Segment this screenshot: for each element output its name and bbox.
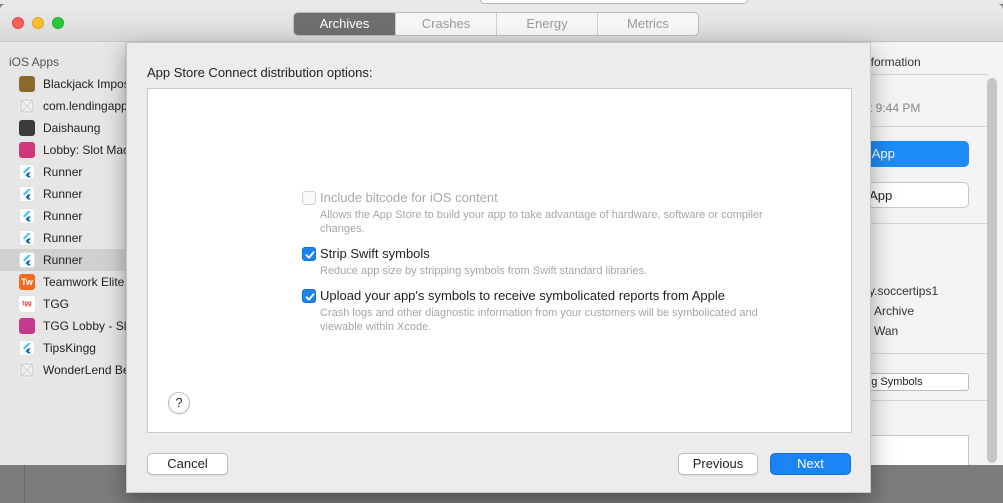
close-window-button[interactable] — [12, 17, 24, 29]
sidebar-item[interactable]: Runner — [0, 183, 126, 205]
strip-swift-symbols-checkbox[interactable] — [302, 247, 316, 261]
sidebar-item[interactable]: TGG Lobby - Slo — [0, 315, 126, 337]
placeholder-app-icon — [19, 362, 35, 378]
sidebar-item-label: Teamwork Elite — [43, 275, 125, 289]
flutter-icon — [19, 208, 35, 224]
upload-symbols-checkbox[interactable] — [302, 289, 316, 303]
sheet-title: App Store Connect distribution options: — [147, 65, 373, 80]
archive-type: Archive — [874, 304, 915, 318]
bitcode-description: Allows the App Store to build your app t… — [320, 209, 763, 235]
archive-comment-field[interactable] — [854, 435, 969, 465]
apps-sidebar: iOS Apps Blackjack Imposs com.lendingapp D… — [0, 43, 126, 465]
vertical-scrollbar[interactable] — [987, 78, 997, 463]
tgg-app-icon: tgg — [19, 296, 35, 312]
sidebar-item[interactable]: Lobby: Slot Mac — [0, 139, 126, 161]
archive-information-panel: nformation t 9:44 PM te App e App y.socc… — [853, 43, 1003, 465]
blackjack-app-icon — [19, 76, 35, 92]
daishaung-app-icon — [19, 120, 35, 136]
slot-app-icon — [19, 142, 35, 158]
divider — [24, 465, 25, 503]
flutter-icon — [19, 340, 35, 356]
flutter-icon — [19, 230, 35, 246]
organizer-tab-control: Archives Crashes Energy Metrics — [293, 12, 699, 36]
distribution-options-sheet: App Store Connect distribution options: … — [126, 42, 871, 493]
minimize-window-button[interactable] — [32, 17, 44, 29]
archive-identifier: y.soccertips1 — [869, 284, 939, 298]
sidebar-item[interactable]: Runner — [0, 161, 126, 183]
sidebar-header: iOS Apps — [9, 55, 60, 69]
sidebar-item-label: com.lendingapp — [43, 99, 126, 113]
checkmark-icon — [305, 293, 315, 301]
validate-app-button[interactable]: e App — [854, 182, 969, 208]
sidebar-item[interactable]: Runner — [0, 249, 126, 271]
help-button[interactable]: ? — [168, 392, 190, 414]
sidebar-item-label: Runner — [43, 165, 83, 179]
tab-energy[interactable]: Energy — [496, 13, 597, 35]
sidebar-item-label: Runner — [43, 253, 83, 267]
strip-swift-symbols-label: Strip Swift symbols — [320, 246, 430, 261]
bitcode-checkbox[interactable] — [302, 191, 316, 205]
tgg-lobby-app-icon — [19, 318, 35, 334]
sidebar-item[interactable]: TipsKingg — [0, 337, 126, 359]
divider — [854, 353, 988, 354]
sidebar-item[interactable]: Runner — [0, 227, 126, 249]
tab-metrics[interactable]: Metrics — [597, 13, 698, 35]
cancel-button[interactable]: Cancel — [147, 453, 228, 475]
archive-team: Wan — [874, 324, 899, 338]
sidebar-item-label: Runner — [43, 209, 83, 223]
sidebar-item-label: Runner — [43, 231, 83, 245]
sidebar-item[interactable]: Runner — [0, 205, 126, 227]
archive-date: t 9:44 PM — [869, 101, 921, 115]
sidebar-item-label: TGG Lobby - Slo — [43, 319, 126, 333]
tab-archives[interactable]: Archives — [294, 13, 395, 35]
sidebar-item[interactable]: WonderLend Be — [0, 359, 126, 381]
tab-crashes[interactable]: Crashes — [395, 13, 496, 35]
sidebar-item-label: Blackjack Imposs — [43, 77, 126, 91]
upload-symbols-label: Upload your app's symbols to receive sym… — [320, 288, 725, 303]
placeholder-app-icon — [19, 98, 35, 114]
sidebar-item[interactable]: tgg TGG — [0, 293, 126, 315]
zoom-window-button[interactable] — [52, 17, 64, 29]
divider — [854, 400, 988, 401]
sidebar-item-label: TipsKingg — [43, 341, 96, 355]
info-header: nformation — [864, 55, 921, 69]
divider — [854, 223, 988, 224]
sidebar-item-label: Runner — [43, 187, 83, 201]
flutter-icon — [19, 164, 35, 180]
teamwork-app-icon: Tw — [19, 274, 35, 290]
previous-button[interactable]: Previous — [678, 453, 758, 475]
sidebar-item-label: Lobby: Slot Mac — [43, 143, 126, 157]
sidebar-item-label: TGG — [43, 297, 69, 311]
sidebar-item[interactable]: com.lendingapp — [0, 95, 126, 117]
checkmark-icon — [305, 251, 315, 259]
distribute-app-button[interactable]: te App — [854, 141, 969, 167]
title-bar: Archives Crashes Energy Metrics — [0, 4, 1003, 42]
flutter-icon — [19, 186, 35, 202]
divider — [854, 74, 988, 75]
options-panel: Include bitcode for iOS content Allows t… — [147, 88, 852, 433]
apps-list: Blackjack Imposs com.lendingapp Daishaung L… — [0, 73, 126, 381]
strip-swift-symbols-description: Reduce app size by stripping symbols fro… — [320, 265, 648, 277]
download-debug-symbols-button[interactable]: bug Symbols — [854, 373, 969, 391]
sidebar-item[interactable]: Blackjack Imposs — [0, 73, 126, 95]
bitcode-label: Include bitcode for iOS content — [320, 190, 498, 205]
sidebar-item[interactable]: Tw Teamwork Elite — [0, 271, 126, 293]
next-button[interactable]: Next — [770, 453, 851, 475]
divider — [854, 126, 988, 127]
sidebar-item-label: WonderLend Be — [43, 363, 126, 377]
upload-symbols-description: Crash logs and other diagnostic informat… — [320, 307, 758, 333]
sidebar-item-label: Daishaung — [43, 121, 101, 135]
sidebar-item[interactable]: Daishaung — [0, 117, 126, 139]
flutter-icon — [19, 252, 35, 268]
